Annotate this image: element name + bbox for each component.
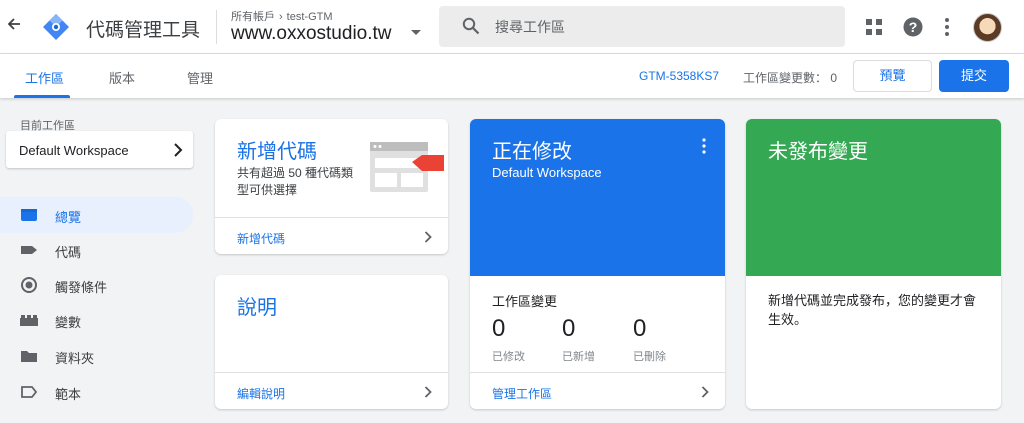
chevron-right-icon <box>424 385 432 398</box>
help-card[interactable]: 說明 編輯說明 <box>215 275 448 409</box>
gtm-logo-icon[interactable] <box>42 13 70 41</box>
svg-text:?: ? <box>909 19 918 35</box>
new-tag-link[interactable]: 新增代碼 <box>237 230 285 247</box>
sidebar-item-label: 觸發條件 <box>55 280 108 295</box>
search-icon <box>462 17 480 35</box>
sidebar-item-variables[interactable]: 變數 <box>0 302 193 338</box>
manage-workspace-link-row[interactable]: 管理工作區 <box>470 372 725 409</box>
tab-workspace[interactable]: 工作區 <box>25 68 64 87</box>
chevron-right-icon <box>173 143 183 157</box>
chevron-right-icon <box>701 385 709 398</box>
workspace-changes-count: 工作區變更數： 0 <box>743 71 838 85</box>
sidebar-item-label: 代碼 <box>55 245 82 260</box>
top-app-bar: 代碼管理工具 所有帳戶 ›test-GTM www.oxxostudio.tw ? <box>0 0 1024 54</box>
account-crumb-label: 所有帳戶 <box>231 11 275 23</box>
tab-admin[interactable]: 管理 <box>187 68 213 87</box>
workspace-changes-heading: 工作區變更 <box>492 294 558 309</box>
more-vert-icon[interactable] <box>944 17 950 37</box>
sidebar-item-folders[interactable]: 資料夾 <box>0 338 193 374</box>
help-title: 說明 <box>237 297 277 319</box>
tag-icon <box>20 242 38 258</box>
sidebar-item-templates[interactable]: 範本 <box>0 374 193 410</box>
back-arrow-icon[interactable] <box>4 16 24 38</box>
unpublished-title: 未發布變更 <box>768 141 868 163</box>
submit-button[interactable]: 提交 <box>939 60 1009 92</box>
overview-icon <box>20 207 38 223</box>
breadcrumb-separator-icon: › <box>279 11 283 23</box>
sidebar-item-tags[interactable]: 代碼 <box>0 232 193 268</box>
preview-button[interactable]: 預覽 <box>853 60 932 92</box>
sidebar-item-label: 變數 <box>55 315 82 330</box>
edit-help-link[interactable]: 編輯說明 <box>237 385 285 402</box>
editing-workspace-name: Default Workspace <box>492 165 602 180</box>
search-input[interactable] <box>495 16 825 38</box>
workspace-editing-card: 正在修改 Default Workspace 工作區變更 0 0 0 已修改 已… <box>470 119 725 409</box>
tab-versions[interactable]: 版本 <box>109 68 135 87</box>
tag-illustration-icon <box>370 142 446 194</box>
sidebar-item-label: 範本 <box>55 387 82 402</box>
header-divider <box>216 10 217 44</box>
app-title: 代碼管理工具 <box>86 20 201 41</box>
unpublished-changes-card: 未發布變更 新增代碼並完成發布，您的變更才會生效。 <box>746 119 1001 409</box>
container-id[interactable]: GTM-5358KS7 <box>639 69 719 83</box>
editing-title: 正在修改 <box>492 141 572 163</box>
sidebar-item-overview[interactable]: 總覽 <box>0 197 193 233</box>
sidebar-item-label: 總覽 <box>55 210 82 225</box>
workspace-name: Default Workspace <box>19 143 129 158</box>
active-tab-indicator <box>14 95 70 98</box>
more-vert-icon[interactable] <box>702 138 706 154</box>
trigger-icon <box>20 277 38 293</box>
sidebar-item-label: 資料夾 <box>55 351 95 366</box>
tab-bar: 工作區 版本 管理 GTM-5358KS7 工作區變更數： 0 預覽 提交 <box>0 54 1024 98</box>
new-tag-title: 新增代碼 <box>237 141 317 163</box>
deleted-count: 0 <box>633 315 647 342</box>
added-count: 0 <box>562 315 576 342</box>
new-tag-card[interactable]: 新增代碼 共有超過 50 種代碼類型可供選擇 新增代碼 <box>215 119 448 254</box>
account-name: test-GTM <box>286 11 333 23</box>
workspace-search[interactable] <box>439 6 845 47</box>
avatar[interactable] <box>973 13 1002 42</box>
variables-icon <box>20 312 38 328</box>
modified-label: 已修改 <box>492 351 525 363</box>
folder-icon <box>20 348 38 364</box>
manage-workspace-link[interactable]: 管理工作區 <box>492 385 552 402</box>
new-tag-description: 共有超過 50 種代碼類型可供選擇 <box>237 166 354 197</box>
chevron-down-icon[interactable] <box>411 30 421 35</box>
unpublished-description: 新增代碼並完成發布，您的變更才會生效。 <box>768 293 977 327</box>
modified-count: 0 <box>492 315 506 342</box>
added-label: 已新增 <box>562 351 595 363</box>
workspace-selector[interactable]: Default Workspace <box>6 131 193 168</box>
sidebar-item-triggers[interactable]: 觸發條件 <box>0 267 193 303</box>
deleted-label: 已刪除 <box>633 351 666 363</box>
apps-grid-icon[interactable] <box>866 19 882 35</box>
account-breadcrumb[interactable]: 所有帳戶 › test-GTM <box>231 8 333 24</box>
help-link-row[interactable]: 編輯說明 <box>215 372 448 409</box>
help-icon[interactable]: ? <box>903 17 923 37</box>
container-selector[interactable]: www.oxxostudio.tw <box>231 23 392 45</box>
chevron-right-icon <box>424 230 432 243</box>
template-icon <box>20 384 38 400</box>
new-tag-link-row[interactable]: 新增代碼 <box>215 217 448 254</box>
